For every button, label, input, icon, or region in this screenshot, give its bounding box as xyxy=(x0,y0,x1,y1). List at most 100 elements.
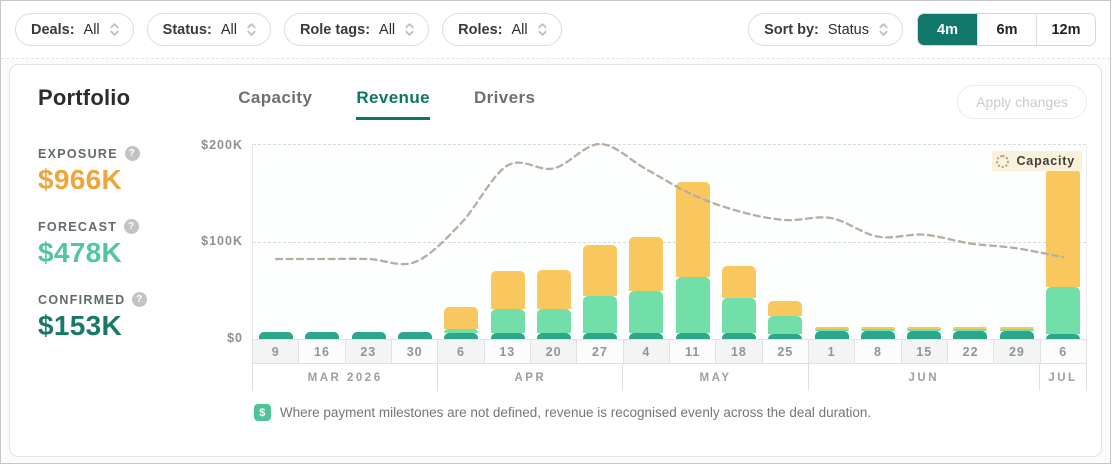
bar-segment-confirmed xyxy=(583,333,617,339)
bar-column xyxy=(392,144,438,339)
stacked-bar xyxy=(537,270,571,339)
stacked-bar xyxy=(722,266,756,339)
stacked-bar xyxy=(861,327,895,339)
bar-segment-forecast xyxy=(722,298,756,333)
stacked-bar xyxy=(1046,169,1080,339)
stat-exposure: EXPOSURE ? $966K xyxy=(38,146,196,196)
stacked-bar xyxy=(398,332,432,339)
stacked-bar xyxy=(491,271,525,339)
app-window: Deals:All Status:All Role tags:All Roles… xyxy=(0,0,1111,464)
bar-column xyxy=(901,144,947,339)
legend-capacity[interactable]: Capacity xyxy=(992,151,1082,171)
tab-capacity[interactable]: Capacity xyxy=(238,88,312,120)
help-icon[interactable]: ? xyxy=(124,219,139,234)
bar-segment-exposure xyxy=(537,270,571,309)
bar-segment-confirmed xyxy=(1046,334,1080,339)
x-axis-date: 4 xyxy=(624,340,670,363)
stacked-bar xyxy=(305,332,339,339)
x-axis-date: 11 xyxy=(670,340,716,363)
bar-column xyxy=(994,144,1040,339)
tab-revenue[interactable]: Revenue xyxy=(356,88,430,120)
sort-by-dropdown[interactable]: Sort by:Status xyxy=(748,13,903,46)
x-axis-date: 27 xyxy=(577,340,623,363)
bar-segment-exposure xyxy=(768,301,802,316)
filter-status-value: All xyxy=(221,22,237,38)
top-toolbar: Deals:All Status:All Role tags:All Roles… xyxy=(1,1,1110,59)
stacked-bar xyxy=(352,332,386,339)
bar-segment-confirmed xyxy=(629,333,663,339)
dollar-icon: $ xyxy=(254,404,271,421)
range-button-4m[interactable]: 4m xyxy=(918,14,977,45)
sort-by-value: Status xyxy=(828,22,869,38)
filter-group: Deals:All Status:All Role tags:All Roles… xyxy=(15,13,562,46)
y-tick-0: $0 xyxy=(227,331,243,345)
range-button-6m[interactable]: 6m xyxy=(977,14,1036,45)
x-axis-date: 20 xyxy=(531,340,577,363)
tab-bar: Capacity Revenue Drivers xyxy=(238,85,535,120)
bar-segment-forecast xyxy=(768,316,802,334)
panel-content: EXPOSURE ? $966K FORECAST ? $478K CONFIR… xyxy=(38,136,1087,391)
bar-segment-confirmed xyxy=(907,331,941,339)
filter-status[interactable]: Status:All xyxy=(147,13,271,46)
footnote-text: Where payment milestones are not defined… xyxy=(280,405,871,420)
chevron-updown-icon xyxy=(537,22,548,37)
y-tick-100k: $100K xyxy=(201,234,243,248)
help-icon[interactable]: ? xyxy=(132,292,147,307)
stacked-bar xyxy=(583,245,617,339)
bar-segment-confirmed xyxy=(676,333,710,339)
bar-segment-confirmed xyxy=(352,332,386,339)
bar-column xyxy=(808,144,854,339)
revenue-chart: $200K $100K $0 Capacity xyxy=(196,136,1087,391)
chevron-updown-icon xyxy=(109,22,120,37)
bar-segment-confirmed xyxy=(444,333,478,339)
stats-column: EXPOSURE ? $966K FORECAST ? $478K CONFIR… xyxy=(38,136,196,391)
x-axis-date: 6 xyxy=(1041,340,1087,363)
stat-exposure-label: EXPOSURE xyxy=(38,147,118,161)
x-axis-dates: 916233061320274111825181522296 xyxy=(252,339,1087,364)
filter-deals[interactable]: Deals: All xyxy=(15,13,134,46)
bar-segment-exposure xyxy=(676,182,710,277)
x-axis-month: JUL xyxy=(1040,364,1087,391)
bar-segment-confirmed xyxy=(1000,331,1034,339)
filter-role-tags[interactable]: Role tags:All xyxy=(284,13,429,46)
tab-drivers[interactable]: Drivers xyxy=(474,88,535,120)
plot-area: Capacity xyxy=(252,144,1087,339)
bar-column xyxy=(947,144,993,339)
bar-segment-confirmed xyxy=(398,332,432,339)
stacked-bar xyxy=(629,237,663,339)
x-axis-month: APR xyxy=(438,364,623,391)
bar-column xyxy=(1040,144,1086,339)
x-axis-date: 16 xyxy=(299,340,345,363)
time-range-toggle: 4m 6m 12m xyxy=(917,13,1096,46)
help-icon[interactable]: ? xyxy=(125,146,140,161)
y-axis: $200K $100K $0 xyxy=(196,144,252,339)
bars xyxy=(253,144,1086,339)
stacked-bar xyxy=(815,327,849,339)
bar-column xyxy=(762,144,808,339)
y-tick-200k: $200K xyxy=(201,138,243,152)
stat-confirmed-header: CONFIRMED ? xyxy=(38,292,196,307)
stat-forecast-label: FORECAST xyxy=(38,220,117,234)
filter-role-tags-label: Role tags: xyxy=(300,22,370,38)
bar-segment-confirmed xyxy=(722,333,756,339)
bar-segment-forecast xyxy=(583,296,617,333)
filter-roles[interactable]: Roles:All xyxy=(442,13,561,46)
portfolio-panel: Portfolio Capacity Revenue Drivers Apply… xyxy=(9,64,1102,457)
plot-wrap: $200K $100K $0 Capacity xyxy=(196,144,1087,339)
stacked-bar xyxy=(953,327,987,339)
filter-deals-label: Deals: xyxy=(31,22,75,38)
range-button-12m[interactable]: 12m xyxy=(1036,14,1095,45)
bar-column xyxy=(623,144,669,339)
filter-deals-value: All xyxy=(84,22,100,38)
bar-segment-forecast xyxy=(629,291,663,333)
stat-confirmed-label: CONFIRMED xyxy=(38,293,125,307)
stacked-bar xyxy=(676,182,710,339)
bar-column xyxy=(577,144,623,339)
x-axis-month: MAR 2026 xyxy=(252,364,438,391)
apply-changes-button[interactable]: Apply changes xyxy=(957,85,1087,119)
stacked-bar xyxy=(444,307,478,339)
footnote: $ Where payment milestones are not defin… xyxy=(38,404,1087,421)
stat-confirmed: CONFIRMED ? $153K xyxy=(38,292,196,342)
x-axis-date: 8 xyxy=(855,340,901,363)
legend-capacity-label: Capacity xyxy=(1016,154,1075,168)
